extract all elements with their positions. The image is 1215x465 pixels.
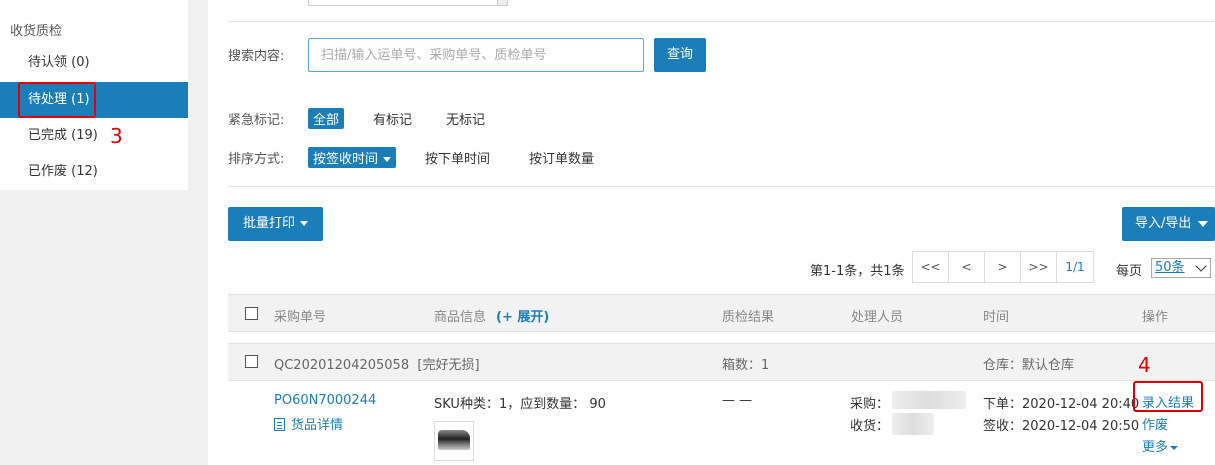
qc-condition: [完好无损] bbox=[417, 358, 480, 373]
qc-number: QC20201204205058 [完好无损] bbox=[274, 354, 480, 373]
urgency-option-all[interactable]: 全部 bbox=[308, 108, 345, 129]
col-po: 采购单号 bbox=[274, 310, 327, 325]
sign-time: 签收：2020-12-04 20:50 bbox=[983, 419, 1140, 434]
qc-group-row: QC20201204205058 [完好无损] 箱数：1 仓库：默认仓库 bbox=[228, 343, 1215, 381]
sidebar-item-voided[interactable]: 已作废 (12) bbox=[0, 154, 188, 190]
caret-down-icon bbox=[300, 221, 308, 226]
expand-link[interactable]: (+ 展开) bbox=[496, 310, 549, 325]
col-product: 商品信息 (+ 展开) bbox=[434, 306, 549, 325]
pager-next-button[interactable]: > bbox=[985, 252, 1021, 282]
sidebar: 收货质检 待认领 (0) 待处理 (1) 已完成 (19) 已作废 (12) 3 bbox=[0, 0, 188, 190]
search-label: 搜索内容: bbox=[228, 49, 285, 64]
pager-last-button[interactable]: >> bbox=[1021, 252, 1057, 282]
sort-option-order-qty[interactable]: 按订单数量 bbox=[529, 148, 594, 167]
qc-result-value: — — bbox=[722, 393, 753, 408]
sidebar-item-pending-process[interactable]: 待处理 (1) bbox=[0, 82, 188, 118]
divider bbox=[228, 186, 1215, 187]
more-label: 更多 bbox=[1142, 440, 1169, 455]
col-qc-result: 质检结果 bbox=[722, 310, 775, 325]
table-header: 采购单号 商品信息 (+ 展开) 质检结果 处理人员 时间 操作 bbox=[228, 294, 1215, 332]
col-action: 操作 bbox=[1142, 310, 1169, 325]
document-icon bbox=[274, 418, 285, 431]
po-number-link[interactable]: PO60N7000244 bbox=[274, 393, 376, 408]
sku-info: SKU种类：1，应到数量： 90 bbox=[434, 397, 606, 412]
urgency-option-marked[interactable]: 有标记 bbox=[373, 109, 412, 128]
purchaser-label: 采购： bbox=[850, 397, 890, 412]
sort-option-order-time[interactable]: 按下单时间 bbox=[425, 148, 490, 167]
pager: << < > >> 1/1 bbox=[912, 251, 1094, 283]
per-page-value: 50条 bbox=[1155, 260, 1185, 275]
col-time: 时间 bbox=[983, 310, 1010, 325]
urgency-option-unmarked[interactable]: 无标记 bbox=[446, 109, 485, 128]
caret-down-icon bbox=[383, 157, 392, 162]
search-input[interactable] bbox=[308, 38, 644, 72]
annotation-step-4: 4 bbox=[1138, 353, 1151, 377]
row-checkbox[interactable] bbox=[245, 355, 258, 368]
goods-detail-label: 货品详情 bbox=[291, 418, 344, 433]
divider bbox=[228, 21, 1215, 22]
annotation-step-3: 3 bbox=[110, 124, 123, 148]
batch-print-label: 批量打印 bbox=[242, 216, 295, 231]
purchaser-name-blurred bbox=[892, 391, 966, 409]
sort-option-sign-time[interactable]: 按签收时间 bbox=[308, 147, 397, 168]
sort-label: 排序方式: bbox=[228, 152, 285, 167]
main-panel: 搜索内容: 查询 紧急标记: 全部 有标记 无标记 排序方式: 按签收时间 按下… bbox=[208, 0, 1215, 465]
per-page-select[interactable]: 50条 bbox=[1151, 258, 1211, 278]
pager-first-button[interactable]: << bbox=[913, 252, 949, 282]
sidebar-item-completed[interactable]: 已完成 (19) bbox=[0, 118, 188, 154]
qc-number-text: QC20201204205058 bbox=[274, 358, 410, 373]
pager-page-indicator[interactable]: 1/1 bbox=[1057, 252, 1093, 282]
sidebar-title: 收货质检 bbox=[10, 24, 63, 39]
warehouse: 仓库：默认仓库 bbox=[983, 358, 1075, 373]
sidebar-item-pending-claim[interactable]: 待认领 (0) bbox=[0, 45, 188, 81]
pager-prev-button[interactable]: < bbox=[949, 252, 985, 282]
import-export-button[interactable]: 导入/导出 bbox=[1122, 207, 1215, 241]
per-page-label: 每页 bbox=[1116, 264, 1143, 279]
select-all-checkbox[interactable] bbox=[245, 307, 258, 320]
top-dropdown-partial[interactable] bbox=[308, 0, 508, 6]
caret-down-icon bbox=[1170, 445, 1179, 450]
order-time: 下单：2020-12-04 20:40 bbox=[983, 397, 1140, 412]
more-link[interactable]: 更多 bbox=[1142, 436, 1179, 455]
pagination-info: 第1-1条，共1条 bbox=[810, 264, 905, 279]
search-button[interactable]: 查询 bbox=[654, 38, 706, 72]
product-thumbnail[interactable] bbox=[434, 421, 474, 461]
chevron-down-icon bbox=[1195, 260, 1207, 272]
sort-option-sign-time-label: 按签收时间 bbox=[313, 152, 379, 167]
box-count: 箱数：1 bbox=[722, 358, 770, 373]
import-export-label: 导入/导出 bbox=[1135, 216, 1192, 231]
col-product-label: 商品信息 bbox=[434, 310, 487, 325]
col-handler: 处理人员 bbox=[851, 310, 904, 325]
chevron-down-icon bbox=[1198, 220, 1209, 227]
urgency-label: 紧急标记: bbox=[228, 113, 285, 128]
receiver-label: 收货： bbox=[850, 419, 890, 434]
batch-print-button[interactable]: 批量打印 bbox=[228, 207, 323, 241]
void-link[interactable]: 作废 bbox=[1142, 414, 1168, 433]
receiver-name-blurred bbox=[892, 413, 934, 435]
product-image bbox=[438, 430, 470, 450]
goods-detail-link[interactable]: 货品详情 bbox=[274, 414, 343, 433]
enter-result-link[interactable]: 录入结果 bbox=[1142, 392, 1194, 411]
